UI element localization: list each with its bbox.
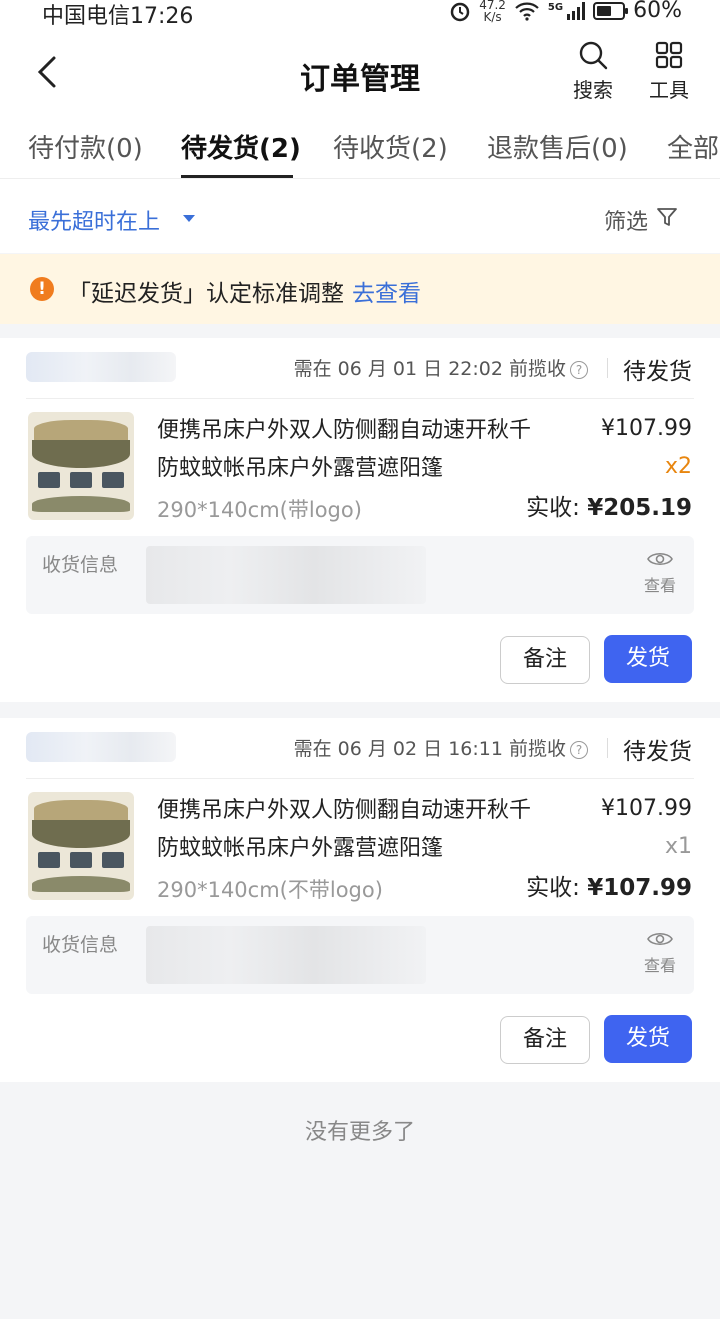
- ship-button[interactable]: 发货: [604, 1015, 692, 1063]
- tab-refund[interactable]: 退款售后(0): [487, 128, 628, 165]
- receiver-details-blurred: [146, 546, 426, 604]
- receiver-details-blurred: [146, 926, 426, 984]
- grid-icon: [655, 41, 683, 69]
- sort-dropdown[interactable]: 最先超时在上: [28, 204, 160, 236]
- product-image[interactable]: [28, 792, 134, 900]
- status-icons: 47.2 K/s 5G 60%: [449, 0, 682, 23]
- receiver-label: 收货信息: [42, 554, 119, 576]
- product-quantity: x1: [664, 834, 692, 859]
- ship-button[interactable]: 发货: [604, 635, 692, 683]
- warning-icon: !: [30, 277, 54, 301]
- tab-all[interactable]: 全部: [667, 128, 719, 165]
- tab-pending-shipment[interactable]: 待发货(2): [181, 128, 301, 165]
- divider: [26, 778, 694, 779]
- product-title[interactable]: 便携吊床户外双人防侧翻自动速开秋千 防蚊蚊帐吊床户外露营遮阳篷: [157, 412, 577, 488]
- product-price: ¥107.99: [601, 416, 692, 441]
- shop-name-blurred: [26, 352, 176, 382]
- divider: [607, 738, 608, 758]
- receiver-info: 收货信息 查看: [26, 916, 694, 994]
- tab-pending-payment[interactable]: 待付款(0): [28, 128, 143, 165]
- help-icon[interactable]: ?: [570, 361, 588, 379]
- divider: [607, 358, 608, 378]
- receiver-info: 收货信息 查看: [26, 536, 694, 614]
- order-card: 需在 06 月 01 日 22:02 前揽收? 待发货 便携吊床户外双人防侧翻自…: [0, 338, 720, 702]
- battery-level: 60%: [633, 0, 682, 23]
- view-receiver-button[interactable]: 查看: [644, 930, 676, 976]
- battery-icon: [593, 1, 629, 20]
- eye-icon: [647, 932, 673, 946]
- help-icon[interactable]: ?: [570, 741, 588, 759]
- view-receiver-button[interactable]: 查看: [644, 550, 676, 596]
- active-tab-indicator: [181, 175, 293, 178]
- no-more-text: 没有更多了: [304, 1120, 415, 1145]
- product-image[interactable]: [28, 412, 134, 520]
- product-quantity: x2: [664, 454, 692, 479]
- shop-name-blurred: [26, 732, 176, 762]
- product-title[interactable]: 便携吊床户外双人防侧翻自动速开秋千 防蚊蚊帐吊床户外露营遮阳篷: [157, 792, 577, 868]
- note-button[interactable]: 备注: [500, 1016, 590, 1064]
- tools-label: 工具: [649, 78, 689, 102]
- paid-amount: 实收: ¥107.99: [526, 875, 692, 901]
- order-tabs: 待付款(0) 待发货(2) 待收货(2) 退款售后(0) 全部: [0, 120, 720, 179]
- notice-link[interactable]: 去查看: [352, 281, 421, 307]
- search-icon: [579, 41, 608, 70]
- pickup-deadline: 需在 06 月 01 日 22:02 前揽收?: [294, 354, 588, 381]
- signal-icon: 5G: [548, 1, 586, 20]
- tools-button[interactable]: 工具: [644, 40, 694, 103]
- search-button[interactable]: 搜索: [568, 40, 618, 103]
- filter-icon[interactable]: [656, 206, 678, 228]
- notice-banner: ! 「延迟发货」认定标准调整 去查看: [0, 254, 720, 324]
- product-price: ¥107.99: [601, 796, 692, 821]
- carrier-time: 中国电信17:26: [42, 4, 194, 29]
- wifi-icon: [515, 2, 539, 21]
- nav-bar: 订单管理 搜索 工具: [0, 30, 720, 120]
- divider: [26, 398, 694, 399]
- product-spec: 290*140cm(不带logo): [157, 878, 383, 902]
- alarm-icon: [450, 2, 470, 21]
- search-label: 搜索: [573, 78, 613, 102]
- status-bar: 中国电信17:26 47.2 K/s 5G 60%: [0, 0, 720, 30]
- order-status: 待发货: [623, 359, 692, 385]
- notice-text: 「延迟发货」认定标准调整 去查看: [68, 281, 421, 307]
- eye-icon: [647, 552, 673, 566]
- sort-bar: 最先超时在上 筛选: [0, 179, 720, 253]
- receiver-label: 收货信息: [42, 934, 119, 956]
- net-speed: 47.2 K/s: [479, 0, 506, 24]
- tab-pending-receipt[interactable]: 待收货(2): [333, 128, 448, 165]
- note-button[interactable]: 备注: [500, 636, 590, 684]
- order-card: 需在 06 月 02 日 16:11 前揽收? 待发货 便携吊床户外双人防侧翻自…: [0, 718, 720, 1082]
- caret-down-icon[interactable]: [183, 215, 195, 222]
- filter-button[interactable]: 筛选: [604, 204, 648, 236]
- product-spec: 290*140cm(带logo): [157, 498, 362, 522]
- pickup-deadline: 需在 06 月 02 日 16:11 前揽收?: [294, 734, 588, 761]
- paid-amount: 实收: ¥205.19: [526, 495, 692, 521]
- order-status: 待发货: [623, 739, 692, 765]
